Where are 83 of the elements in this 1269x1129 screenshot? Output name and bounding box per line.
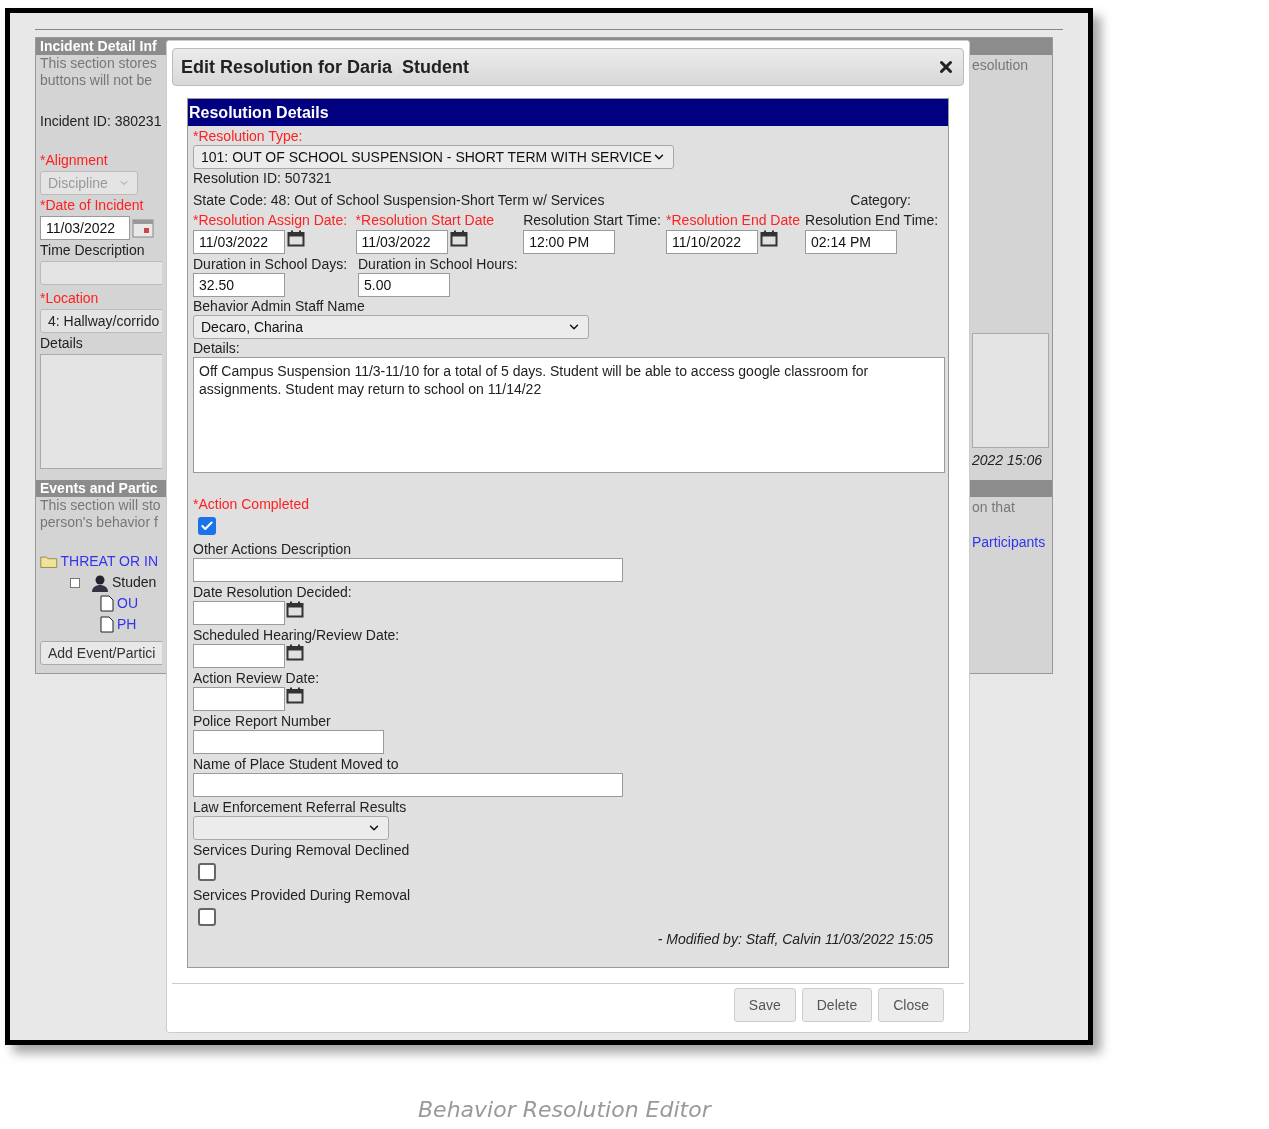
check-icon (200, 519, 214, 533)
time-field[interactable]: 12:00 PM (523, 230, 616, 254)
document-icon (100, 595, 114, 612)
section-description: on that (972, 498, 1016, 516)
field-label: Duration in School Days: (193, 256, 349, 273)
field-label: Details: (193, 340, 241, 357)
section-description: This section stores (40, 55, 158, 72)
date-field[interactable]: 11/03/2022 (355, 230, 448, 254)
field-label: Duration in School Hours: (358, 256, 518, 273)
input-field[interactable] (193, 730, 384, 754)
section-description: person's behavior f (40, 514, 158, 531)
field-label: *Resolution End Date (666, 212, 801, 229)
field-label: Law Enforcement Referral Results (193, 798, 408, 816)
date-field[interactable] (193, 601, 285, 625)
participants-link[interactable]: Participants (972, 532, 1052, 553)
resolution-id: Resolution ID: 507321 (193, 170, 333, 187)
field-label: *Alignment (40, 151, 109, 170)
field-label: *Action Completed (193, 495, 310, 513)
date-field[interactable]: 11/03/2022 (193, 230, 285, 254)
date-field[interactable] (193, 644, 285, 668)
document-icon (100, 616, 114, 633)
input-field[interactable]: 32.50 (193, 273, 285, 297)
section-description: This section will sto (40, 497, 158, 514)
calendar-icon[interactable] (760, 230, 779, 247)
resolution-type-dropdown[interactable]: 101: OUT OF SCHOOL SUSPENSION - SHORT TERM WITH SERVICE (193, 145, 674, 169)
add-event-button[interactable]: Add Event/Partici (40, 641, 162, 665)
collapse-toggle[interactable] (70, 577, 80, 588)
field-label: Resolution Start Time: (523, 212, 662, 229)
field-label: Date Resolution Decided: (193, 583, 353, 601)
timestamp: 2022 15:06 (972, 451, 1044, 470)
category-label: Category: (850, 192, 911, 209)
field-label: Name of Place Student Moved to (193, 755, 400, 773)
section-description: buttons will not be (40, 72, 154, 89)
tree-item[interactable]: PH (117, 614, 137, 635)
tree-item[interactable]: OU (117, 593, 138, 614)
field-label: Action Review Date: (193, 669, 321, 687)
field-label: *Resolution Start Date (355, 212, 496, 229)
input-field[interactable] (193, 558, 623, 582)
calendar-icon[interactable] (287, 230, 305, 247)
section-header: Resolution Details (188, 99, 948, 126)
tree-item[interactable]: Studen (112, 572, 157, 593)
checkbox[interactable] (198, 863, 216, 881)
dialog-button[interactable]: Close (878, 988, 944, 1022)
field-label: Behavior Admin Staff Name (193, 298, 366, 315)
date-field[interactable]: 11/10/2022 (666, 230, 759, 254)
field-label: Services Provided During Removal (193, 886, 412, 904)
checkbox[interactable] (198, 517, 216, 535)
dialog-button[interactable]: Save (733, 988, 796, 1022)
field-label: Scheduled Hearing/Review Date: (193, 626, 401, 644)
input-field[interactable] (40, 261, 162, 285)
person-icon (91, 573, 109, 592)
calendar-icon[interactable] (286, 687, 304, 704)
field-label: Details (40, 334, 84, 353)
time-field[interactable]: 02:14 PM (805, 230, 898, 254)
dialog-button[interactable]: Delete (801, 988, 873, 1022)
caption: Behavior Resolution Editor (418, 1096, 711, 1124)
field-label: *Resolution Assign Date: (193, 212, 349, 229)
calendar-icon[interactable] (286, 644, 304, 661)
folder-icon (40, 553, 58, 570)
close-icon[interactable] (937, 58, 955, 76)
input-field[interactable] (193, 773, 623, 797)
calendar-icon[interactable] (286, 601, 304, 618)
state-code: State Code: 48: Out of School Suspension-Short Term w/ Services (193, 192, 605, 209)
field-label: Police Report Number (193, 712, 332, 730)
details-textarea[interactable]: Off Campus Suspension 11/3-11/10 for a total of 5 days. Student will be able to access google classroom for assignments. Student may return to school on 11/14/22 (193, 357, 945, 473)
field-label: Services During Removal Declined (193, 841, 411, 859)
location-dropdown[interactable]: 4: Hallway/corrido (40, 309, 162, 333)
modified-note: - Modified by: Staff, Calvin 11/03/2022 15:05 (656, 931, 934, 948)
section-description: esolution (972, 56, 1030, 74)
calendar-icon[interactable] (449, 230, 468, 247)
staff-dropdown[interactable]: Decaro, Charina (193, 315, 589, 339)
tree-item[interactable]: THREAT OR IN (60, 551, 158, 572)
checkbox[interactable] (198, 908, 216, 926)
field-label: Resolution End Time: (805, 212, 940, 229)
field-label: *Date of Incident (40, 196, 145, 215)
field-label: Other Actions Description (193, 540, 352, 558)
field-label: Time Description (40, 241, 146, 260)
input-field[interactable]: 5.00 (358, 273, 450, 297)
date-field[interactable]: 11/03/2022 (40, 216, 130, 240)
dialog-title: Edit Resolution for Daria Student (181, 55, 469, 79)
field-label: *Resolution Type: (193, 128, 304, 145)
field-label: *Location (40, 289, 100, 308)
date-field[interactable] (193, 687, 285, 711)
